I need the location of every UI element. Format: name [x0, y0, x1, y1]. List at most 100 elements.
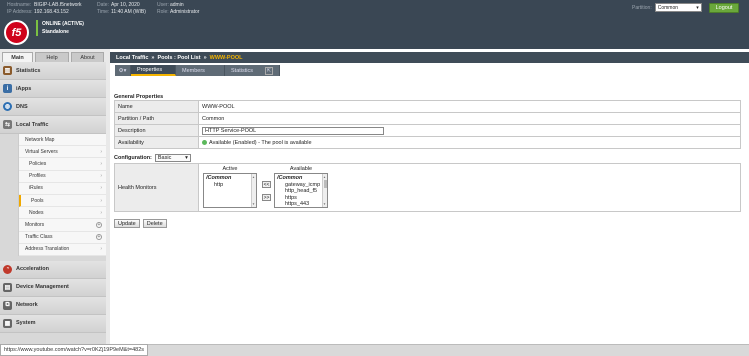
chart-icon: ▥ — [3, 66, 12, 75]
active-monitors-list[interactable]: /Common http — [203, 173, 257, 208]
sidebar-item-label: iApps — [16, 85, 32, 92]
add-icon[interactable]: + — [96, 234, 102, 241]
sidebar-item-label: Policies — [29, 160, 47, 167]
breadcrumb-pool-list[interactable]: Pools : Pool List — [157, 55, 200, 61]
list-item[interactable]: https_443 — [277, 201, 325, 207]
partition-value: Common — [657, 4, 679, 11]
hostname-value: BIGIP-LAB.f5network — [34, 2, 82, 8]
tab-about[interactable]: About — [71, 52, 104, 62]
sidebar-item-label: Statistics — [16, 67, 41, 74]
chevron-down-icon: ▾ — [696, 4, 699, 11]
add-icon[interactable]: + — [96, 221, 102, 228]
sidebar-item-dns[interactable]: ◍ DNS — [0, 98, 106, 116]
sidebar-item-label: DNS — [16, 103, 28, 110]
scrollbar-thumb[interactable] — [324, 180, 327, 188]
local-traffic-submenu: Network Map Virtual Servers › Policies › P… — [18, 134, 106, 256]
sidebar-item-network-map[interactable]: Network Map — [19, 134, 106, 147]
sidebar-item-traffic-class[interactable]: Traffic Class + — [19, 232, 106, 244]
move-left-button[interactable]: << — [262, 181, 271, 188]
table-row: Description HTTP Service-POOL — [114, 124, 741, 137]
sidebar: ▥ Statistics i iApps ◍ DNS ⇆ Local Traff… — [0, 62, 106, 344]
tab-properties[interactable]: Properties — [131, 65, 176, 76]
partition-label: Partition: — [632, 4, 652, 11]
tab-help[interactable]: Help — [35, 52, 69, 62]
popout-icon[interactable]: ⇱ — [264, 66, 273, 75]
sidebar-item-address-translation[interactable]: Address Translation › — [19, 244, 106, 256]
iapps-icon: i — [3, 84, 12, 93]
sidebar-item-monitors[interactable]: Monitors + — [19, 219, 106, 232]
breadcrumb-local-traffic[interactable]: Local Traffic — [116, 55, 148, 61]
sidebar-item-iapps[interactable]: i iApps — [0, 80, 106, 98]
update-button[interactable]: Update — [114, 219, 140, 228]
description-label: Description — [114, 124, 199, 137]
date-info: Date: Apr 10, 2020 Time: 11:40 AM (WIB) — [97, 2, 146, 15]
scrollbar[interactable] — [251, 174, 256, 207]
sidebar-item-label: Profiles — [29, 173, 46, 180]
configuration-select[interactable]: Basic ▾ — [154, 154, 191, 162]
tab-members[interactable]: Members — [176, 65, 225, 76]
sidebar-item-pools[interactable]: Pools › — [19, 194, 106, 208]
gauge-icon: ◔ — [3, 264, 12, 274]
sidebar-item-system[interactable]: ▦ System — [0, 314, 106, 333]
sidebar-item-label: Acceleration — [16, 266, 50, 273]
gear-icon[interactable]: ⚙▾ — [115, 65, 131, 76]
partition-select[interactable]: Common ▾ — [654, 3, 702, 12]
chevron-down-icon: ▾ — [185, 155, 188, 161]
time-value: 11:40 AM (WIB) — [111, 8, 146, 15]
description-cell: HTTP Service-POOL — [198, 124, 741, 137]
name-value: WWW-POOL — [198, 100, 741, 113]
chevron-right-icon: › — [100, 246, 102, 253]
sidebar-item-acceleration[interactable]: ◔ Acceleration — [0, 260, 106, 279]
chevron-right-icon: › — [100, 209, 102, 216]
form-actions: Update Delete — [114, 219, 167, 228]
page-tabs: ⚙▾ Properties Members Statistics ⇱ — [115, 65, 280, 76]
name-label: Name — [114, 100, 199, 113]
list-item[interactable]: http — [206, 182, 254, 189]
logout-button[interactable]: Logout — [709, 3, 739, 13]
tab-statistics-label: Statistics — [231, 67, 254, 74]
available-column-title: Available — [289, 166, 313, 172]
configuration-value: Basic — [157, 155, 172, 161]
sidebar-item-policies[interactable]: Policies › — [19, 158, 106, 171]
sidebar-item-profiles[interactable]: Profiles › — [19, 171, 106, 183]
time-label: Time: — [97, 8, 110, 15]
network-icon: ⧉ — [3, 300, 12, 310]
sidebar-item-device-management[interactable]: ▤ Device Management — [0, 278, 106, 297]
table-row: Name WWW-POOL — [114, 100, 741, 113]
sidebar-item-label: Address Translation — [25, 246, 70, 253]
sidebar-item-nodes[interactable]: Nodes › — [19, 207, 106, 220]
health-monitors-label: Health Monitors — [115, 164, 199, 211]
main-content: Local Traffic » Pools : Pool List » WWW-… — [110, 49, 749, 344]
tab-main[interactable]: Main — [2, 52, 33, 62]
ip-label: IP Address: — [7, 8, 33, 15]
sidebar-item-virtual-servers[interactable]: Virtual Servers › — [19, 146, 106, 159]
scrollbar[interactable] — [322, 174, 327, 207]
chevron-right-icon: › — [100, 197, 102, 204]
move-right-button[interactable]: >> — [262, 194, 271, 201]
sidebar-item-irules[interactable]: iRules › — [19, 183, 106, 195]
available-monitors-list[interactable]: /Common gateway_icmp http_head_f5 https … — [274, 173, 328, 208]
general-properties-table: Name WWW-POOL Partition / Path Common De… — [114, 100, 741, 149]
user-info: User:admin Role:Administrator — [157, 2, 199, 15]
health-monitors-table: Health Monitors Active /Common http << >… — [114, 163, 741, 212]
sidebar-item-label: Network Map — [25, 136, 55, 143]
sidebar-item-label: Monitors — [25, 221, 45, 228]
availability-label: Availability — [114, 136, 199, 149]
f5-logo[interactable]: f5 — [4, 20, 29, 45]
chevron-right-icon: › — [100, 185, 102, 192]
role-value: Administrator — [170, 8, 200, 15]
sidebar-item-local-traffic[interactable]: ⇆ Local Traffic — [0, 116, 106, 134]
description-field[interactable]: HTTP Service-POOL — [202, 126, 384, 135]
delete-button[interactable]: Delete — [142, 219, 167, 228]
table-row: Partition / Path Common — [114, 112, 741, 125]
nav-tabs: Main Help About — [0, 52, 106, 62]
sidebar-item-statistics[interactable]: ▥ Statistics — [0, 62, 106, 80]
tab-statistics[interactable]: Statistics ⇱ — [225, 65, 280, 76]
configuration-label: Configuration: — [114, 155, 152, 161]
local-traffic-icon: ⇆ — [3, 120, 12, 129]
sidebar-item-label: Device Management — [16, 284, 69, 291]
sidebar-item-network[interactable]: ⧉ Network — [0, 296, 106, 315]
system-icon: ▦ — [3, 318, 12, 328]
sidebar-item-label: iRules — [29, 185, 43, 192]
sidebar-item-label: Pools — [31, 197, 44, 204]
